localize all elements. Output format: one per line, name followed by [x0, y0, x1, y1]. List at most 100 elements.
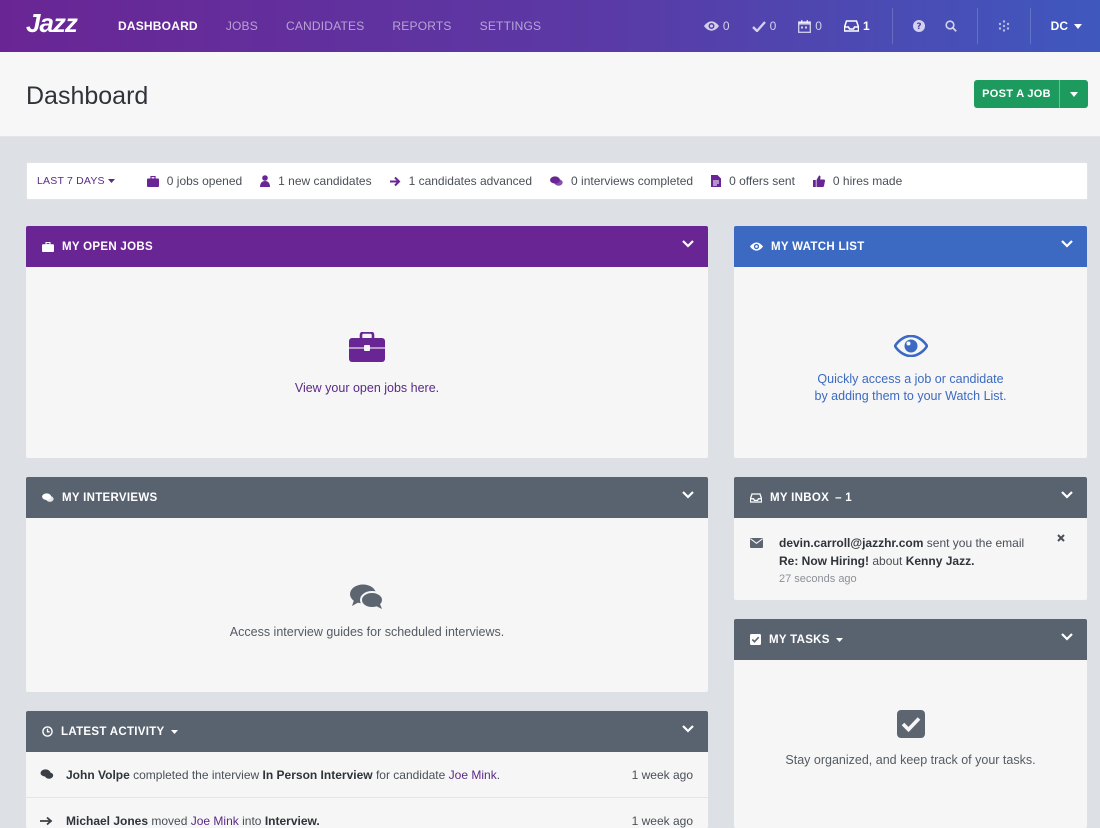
main-nav: DASHBOARD JOBS CANDIDATES REPORTS SETTIN…	[118, 0, 569, 52]
clock-icon	[42, 726, 53, 737]
nav-divider	[1029, 8, 1031, 44]
inbox-candidate[interactable]: Kenny Jazz.	[906, 554, 975, 568]
inbox-subject[interactable]: Re: Now Hiring!	[779, 554, 869, 568]
user-icon	[260, 175, 271, 187]
inbox-icon	[843, 20, 859, 32]
approvals-counter[interactable]: 0	[751, 19, 777, 33]
caret-down-icon[interactable]	[835, 637, 843, 642]
tasks-title: MY TASKS	[769, 633, 830, 646]
open-jobs-empty: View your open jobs here.	[26, 267, 708, 458]
watch-list-title: MY WATCH LIST	[771, 240, 865, 253]
post-job-label[interactable]: POST A JOB	[974, 80, 1059, 108]
interviews-title: MY INTERVIEWS	[62, 491, 158, 504]
search-icon	[945, 20, 957, 32]
inbox-line1: devin.carroll@jazzhr.com sent you the em…	[779, 534, 1087, 552]
nav-settings[interactable]: SETTINGS	[480, 19, 542, 33]
inbox-counter[interactable]: 1	[843, 19, 870, 33]
tasks-panel: MY TASKS Stay organized, and keep track …	[734, 619, 1087, 828]
activity-stage: Interview.	[264, 813, 320, 828]
stat-interviews-completed: 0 interviews completed	[550, 174, 693, 188]
nav-right: 0 0 0 1 ? DC	[703, 0, 1100, 52]
watch-counter[interactable]: 0	[703, 19, 730, 33]
tasks-header: MY TASKS	[734, 619, 1087, 660]
briefcase-icon	[349, 332, 385, 362]
top-navbar: Jazz DASHBOARD JOBS CANDIDATES REPORTS S…	[0, 0, 1100, 52]
caret-down-icon	[1070, 91, 1078, 97]
svg-text:?: ?	[916, 22, 921, 32]
help-button[interactable]: ?	[912, 20, 925, 32]
caret-down-icon	[1074, 23, 1082, 29]
inbox-mid: sent you the email	[926, 536, 1025, 550]
apps-grid-icon	[998, 20, 1009, 32]
activity-verb: moved	[151, 813, 188, 828]
jazz-logo[interactable]: Jazz	[26, 8, 78, 39]
user-menu[interactable]: DC	[1051, 19, 1082, 33]
open-jobs-link[interactable]: View your open jobs here.	[295, 380, 439, 397]
eye-icon	[893, 334, 928, 357]
stat-hires-made: 0 hires made	[812, 174, 902, 188]
watch-list-panel: MY WATCH LIST Quickly access a job or ca…	[734, 226, 1087, 458]
help-icon: ?	[912, 20, 925, 32]
arrow-right-icon	[389, 176, 400, 186]
watch-list-line2: by adding them to your Watch List.	[814, 388, 1007, 403]
tasks-empty-text: Stay organized, and keep track of your t…	[785, 753, 1036, 767]
activity-actor: John Volpe	[66, 767, 130, 782]
chevron-down-icon[interactable]	[1061, 240, 1073, 248]
briefcase-icon	[146, 175, 159, 187]
checkbox-icon	[896, 710, 925, 738]
inbox-title: MY INBOX	[770, 491, 830, 504]
briefcase-icon	[42, 241, 54, 252]
comments-icon	[42, 492, 54, 503]
inbox-message[interactable]: devin.carroll@jazzhr.com sent you the em…	[734, 518, 1087, 600]
interviews-panel: MY INTERVIEWS Access interview guides fo…	[26, 477, 708, 692]
stat-text: 1 candidates advanced	[408, 174, 533, 188]
post-job-button[interactable]: POST A JOB	[974, 80, 1088, 108]
nav-jobs[interactable]: JOBS	[226, 19, 258, 33]
open-jobs-title: MY OPEN JOBS	[62, 240, 153, 253]
thumbs-up-icon	[812, 175, 825, 187]
nav-reports[interactable]: REPORTS	[392, 19, 451, 33]
chevron-down-icon[interactable]	[682, 491, 694, 499]
nav-candidates[interactable]: CANDIDATES	[286, 19, 364, 33]
open-jobs-panel: MY OPEN JOBS View your open jobs here.	[26, 226, 708, 458]
eye-icon	[703, 21, 719, 31]
post-job-dropdown[interactable]	[1059, 80, 1088, 108]
interviews-header: MY INTERVIEWS	[26, 477, 708, 518]
close-icon[interactable]	[1057, 534, 1065, 542]
candidate-link[interactable]: Joe Mink	[191, 814, 239, 828]
stat-new-candidates: 1 new candidates	[260, 174, 372, 188]
nav-divider	[976, 8, 978, 44]
caret-down-icon[interactable]	[170, 729, 178, 734]
user-initials: DC	[1050, 19, 1068, 33]
page-title: Dashboard	[26, 82, 149, 110]
activity-panel: LATEST ACTIVITY John Volpe completed the…	[26, 711, 708, 828]
inbox-line2: Re: Now Hiring! about Kenny Jazz.	[779, 552, 1087, 570]
eye-icon	[750, 242, 763, 251]
candidate-link[interactable]: Joe Mink	[449, 768, 497, 782]
page-header: Dashboard	[0, 52, 1100, 137]
apps-button[interactable]	[998, 20, 1010, 32]
inbox-sender[interactable]: devin.carroll@jazzhr.com	[779, 536, 923, 550]
calendar-count: 0	[815, 19, 822, 33]
search-button[interactable]	[945, 20, 957, 32]
comments-icon	[40, 769, 66, 780]
chevron-down-icon[interactable]	[682, 240, 694, 248]
activity-row: Michael Jones moved Joe Mink into Interv…	[26, 798, 708, 828]
chevron-down-icon[interactable]	[1061, 633, 1073, 641]
watch-list-header: MY WATCH LIST	[734, 226, 1087, 267]
nav-divider	[891, 8, 893, 44]
date-range-dropdown[interactable]: LAST 7 DAYS	[37, 175, 115, 187]
inbox-time: 27 seconds ago	[779, 573, 857, 585]
calendar-counter[interactable]: 0	[798, 19, 822, 33]
approvals-count: 0	[769, 19, 777, 33]
stat-candidates-advanced: 1 candidates advanced	[389, 174, 533, 188]
chevron-down-icon[interactable]	[682, 725, 694, 733]
tasks-empty: Stay organized, and keep track of your t…	[734, 660, 1087, 828]
activity-text: John Volpe completed the interview In Pe…	[66, 768, 500, 782]
nav-dashboard[interactable]: DASHBOARD	[118, 19, 198, 33]
chevron-down-icon[interactable]	[1061, 491, 1073, 499]
date-range-label: LAST 7 DAYS	[37, 175, 105, 187]
stat-jobs-opened: 0 jobs opened	[146, 174, 242, 188]
stats-bar: LAST 7 DAYS 0 jobs opened 1 new candidat…	[26, 162, 1088, 200]
activity-tail: .	[496, 767, 501, 782]
